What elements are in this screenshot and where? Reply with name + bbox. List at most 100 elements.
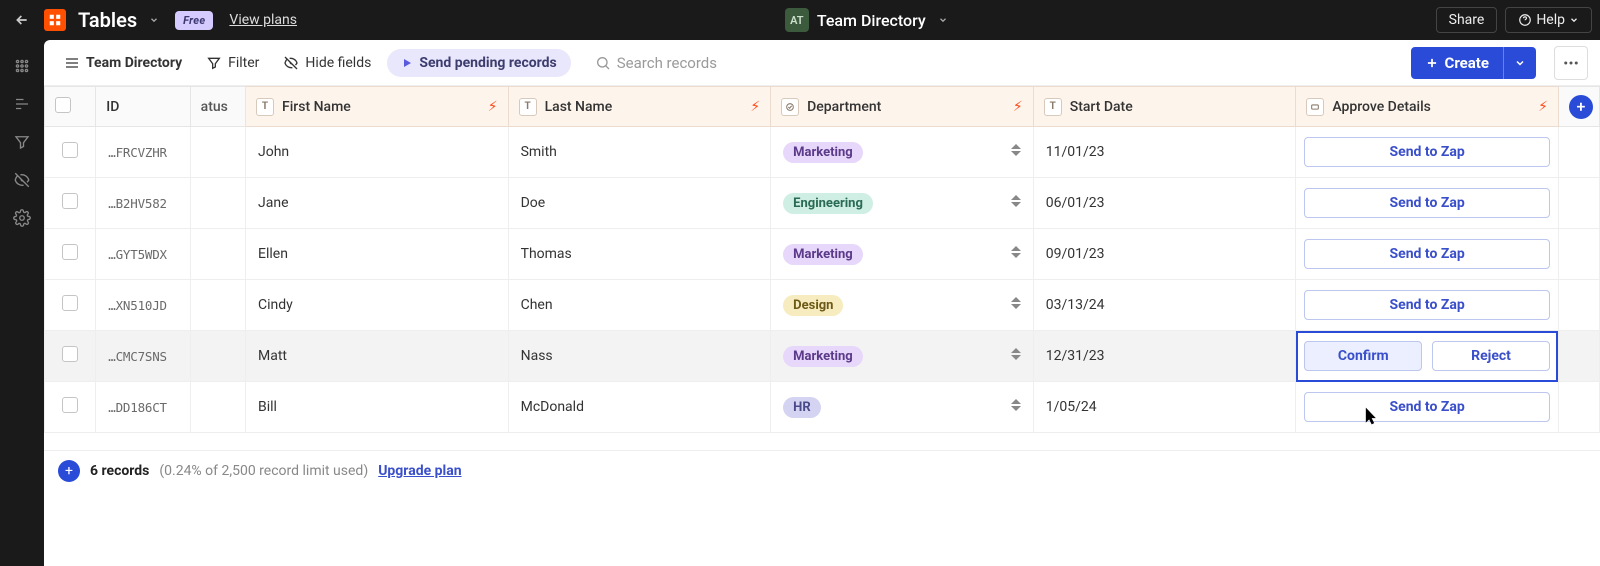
table-row[interactable]: …B2HV582JaneDoeEngineering06/01/23Send t… [45, 178, 1600, 229]
send-pending-button[interactable]: Send pending records [387, 49, 570, 77]
row-checkbox[interactable] [62, 346, 78, 362]
row-department[interactable]: Marketing [771, 331, 1034, 382]
header-department[interactable]: Department ⚡︎ [771, 87, 1034, 127]
send-to-zap-button[interactable]: Send to Zap [1304, 392, 1550, 422]
row-first-name[interactable]: Jane [246, 178, 509, 229]
table-row[interactable]: …FRCVZHRJohnSmithMarketing11/01/23Send t… [45, 127, 1600, 178]
body: Team Directory Filter Hide fields Send p… [0, 40, 1600, 566]
chevron-down-icon [1569, 15, 1579, 25]
filter-button[interactable]: Filter [198, 49, 267, 77]
rail-hidden-icon[interactable] [12, 170, 32, 190]
department-pill: Marketing [783, 244, 863, 265]
row-start-date[interactable]: 09/01/23 [1033, 229, 1296, 280]
row-first-name[interactable]: Cindy [246, 280, 509, 331]
header-id[interactable]: ID [96, 87, 190, 127]
row-last-name[interactable]: Chen [508, 280, 771, 331]
help-button[interactable]: Help [1505, 7, 1592, 33]
header-last-name[interactable]: TLast Name ⚡︎ [508, 87, 771, 127]
create-caret-button[interactable] [1503, 47, 1536, 79]
app-logo-icon [44, 9, 66, 31]
dept-sort-icon[interactable] [1011, 348, 1021, 360]
create-button[interactable]: Create [1411, 47, 1503, 79]
add-column-button[interactable]: + [1569, 95, 1593, 119]
dept-sort-icon[interactable] [1011, 297, 1021, 309]
row-start-date[interactable]: 03/13/24 [1033, 280, 1296, 331]
row-checkbox-cell[interactable] [45, 229, 96, 280]
header-checkbox[interactable] [45, 87, 96, 127]
table-row[interactable]: …XN510JDCindyChenDesign03/13/24Send to Z… [45, 280, 1600, 331]
row-start-date[interactable]: 11/01/23 [1033, 127, 1296, 178]
share-button[interactable]: Share [1436, 7, 1498, 33]
row-checkbox[interactable] [62, 244, 78, 260]
add-record-button[interactable]: + [58, 460, 80, 482]
search-records[interactable] [587, 50, 1403, 76]
hide-fields-button[interactable]: Hide fields [275, 49, 379, 77]
row-start-date[interactable]: 1/05/24 [1033, 382, 1296, 433]
siderail [0, 40, 44, 566]
row-start-date[interactable]: 12/31/23 [1033, 331, 1296, 382]
row-checkbox[interactable] [62, 397, 78, 413]
send-to-zap-button[interactable]: Send to Zap [1304, 239, 1550, 269]
app-root: Tables Free View plans AT Team Directory… [0, 0, 1600, 566]
row-last-name[interactable]: McDonald [508, 382, 771, 433]
header-approve[interactable]: Approve Details ⚡︎ [1296, 87, 1559, 127]
rail-flow-icon[interactable] [12, 94, 32, 114]
search-input[interactable] [617, 54, 897, 72]
workspace-title[interactable]: Team Directory [817, 11, 926, 30]
row-department[interactable]: Engineering [771, 178, 1034, 229]
header-first-name[interactable]: TFirst Name ⚡︎ [246, 87, 509, 127]
send-pending-label: Send pending records [419, 55, 556, 71]
row-department[interactable]: Design [771, 280, 1034, 331]
dept-sort-icon[interactable] [1011, 144, 1021, 156]
send-to-zap-button[interactable]: Send to Zap [1304, 188, 1550, 218]
rail-settings-icon[interactable] [12, 208, 32, 228]
row-start-date[interactable]: 06/01/23 [1033, 178, 1296, 229]
reject-button[interactable]: Reject [1432, 341, 1550, 371]
row-department[interactable]: HR [771, 382, 1034, 433]
row-checkbox-cell[interactable] [45, 127, 96, 178]
row-checkbox[interactable] [62, 193, 78, 209]
row-last-name[interactable]: Doe [508, 178, 771, 229]
row-checkbox[interactable] [62, 295, 78, 311]
back-button[interactable] [8, 6, 36, 34]
dept-sort-icon[interactable] [1011, 195, 1021, 207]
row-last-name[interactable]: Smith [508, 127, 771, 178]
table-body: …FRCVZHRJohnSmithMarketing11/01/23Send t… [45, 127, 1600, 433]
more-button[interactable] [1554, 46, 1588, 80]
row-checkbox-cell[interactable] [45, 331, 96, 382]
app-title-caret-icon[interactable] [149, 15, 159, 25]
row-last-name[interactable]: Nass [508, 331, 771, 382]
row-last-name[interactable]: Thomas [508, 229, 771, 280]
row-checkbox-cell[interactable] [45, 280, 96, 331]
send-to-zap-button[interactable]: Send to Zap [1304, 137, 1550, 167]
table-row[interactable]: …CMC7SNSMattNassMarketing12/31/23Confirm… [45, 331, 1600, 382]
rail-filter-icon[interactable] [12, 132, 32, 152]
send-to-zap-button[interactable]: Send to Zap [1304, 290, 1550, 320]
dept-sort-icon[interactable] [1011, 246, 1021, 258]
confirm-button[interactable]: Confirm [1304, 341, 1422, 371]
view-plans-link[interactable]: View plans [229, 12, 297, 28]
row-checkbox-cell[interactable] [45, 178, 96, 229]
more-horizontal-icon [1562, 54, 1580, 72]
row-department[interactable]: Marketing [771, 127, 1034, 178]
header-start-date[interactable]: TStart Date [1033, 87, 1296, 127]
table-row[interactable]: …GYT5WDXEllenThomasMarketing09/01/23Send… [45, 229, 1600, 280]
header-add-column[interactable]: + [1558, 87, 1599, 127]
row-checkbox[interactable] [62, 142, 78, 158]
department-pill: HR [783, 397, 821, 418]
row-checkbox-cell[interactable] [45, 382, 96, 433]
rail-grid-icon[interactable] [12, 56, 32, 76]
row-first-name[interactable]: John [246, 127, 509, 178]
header-status[interactable]: atus [190, 87, 245, 127]
row-first-name[interactable]: Bill [246, 382, 509, 433]
row-department[interactable]: Marketing [771, 229, 1034, 280]
workspace-caret-icon[interactable] [938, 15, 948, 25]
table-row[interactable]: …DD186CTBillMcDonaldHR1/05/24Send to Zap [45, 382, 1600, 433]
row-first-name[interactable]: Ellen [246, 229, 509, 280]
upgrade-plan-link[interactable]: Upgrade plan [378, 463, 461, 479]
row-status [190, 229, 245, 280]
table-tab[interactable]: Team Directory [56, 49, 190, 77]
app-title[interactable]: Tables [78, 8, 137, 32]
dept-sort-icon[interactable] [1011, 399, 1021, 411]
row-first-name[interactable]: Matt [246, 331, 509, 382]
